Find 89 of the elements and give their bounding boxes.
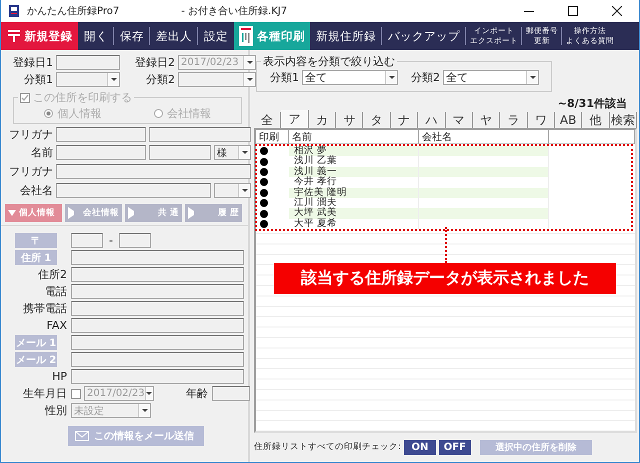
- input-field[interactable]: [149, 127, 251, 142]
- off-button[interactable]: OFF: [438, 440, 471, 454]
- input-field[interactable]: [56, 55, 120, 70]
- print-mark[interactable]: [260, 188, 268, 197]
- print-mark[interactable]: [260, 168, 268, 176]
- new-entry-button[interactable]: 新規登録: [1, 22, 78, 50]
- table-cell: 浅川 義一: [289, 166, 419, 178]
- callout: 該当する住所録データが表示されました: [274, 263, 616, 294]
- field-label: 登録日2: [134, 55, 175, 70]
- input-field[interactable]: [71, 233, 103, 248]
- dropdown-field[interactable]: 様: [214, 145, 251, 160]
- toolbar-button[interactable]: 保存: [114, 22, 150, 50]
- input-field[interactable]: [71, 284, 244, 299]
- input-field[interactable]: [56, 164, 251, 179]
- checkbox[interactable]: [71, 388, 81, 398]
- field-label: 分類1: [269, 70, 299, 85]
- field-label: 登録日1: [12, 55, 53, 70]
- table-cell: 大坪 武美: [289, 208, 419, 219]
- print-mark[interactable]: [260, 178, 268, 186]
- input-field[interactable]: [71, 352, 244, 367]
- postal-mark-icon: [6, 29, 20, 43]
- table-cell: 大平 夏希: [289, 218, 419, 230]
- postcard-icon: [239, 26, 253, 46]
- field-label: 生年月日: [22, 386, 68, 401]
- table-cell: 相沢 夢: [289, 146, 419, 156]
- column-header[interactable]: 名前: [289, 130, 419, 144]
- toolbar-button[interactable]: 設定: [198, 22, 234, 50]
- dropdown-field[interactable]: 全て: [443, 70, 539, 85]
- toolbar-button[interactable]: 差出人: [150, 22, 198, 50]
- bulk-print-label: 住所録リストすべての印刷チェック:: [254, 441, 401, 453]
- field-label: フリガナ: [8, 164, 53, 179]
- dropdown-field[interactable]: [56, 72, 120, 87]
- input-field[interactable]: [71, 267, 244, 282]
- document-name: - お付き合い住所録.KJ7: [181, 4, 288, 18]
- field-label: 年齢: [185, 386, 209, 401]
- toolbar-button[interactable]: 新規住所録: [310, 22, 382, 50]
- input-field[interactable]: [56, 145, 146, 160]
- print-mark[interactable]: [260, 147, 268, 156]
- input-field[interactable]: [149, 145, 211, 160]
- field-label: 携帯電話: [22, 301, 68, 316]
- separator-text: -: [109, 234, 113, 247]
- field-label: 会社名: [19, 183, 53, 198]
- minimize-icon[interactable]: [524, 10, 534, 12]
- field-label: FAX: [46, 319, 68, 332]
- dropdown-field[interactable]: 全て: [302, 70, 398, 85]
- window-title: かんたん住所録Pro7: [27, 4, 120, 18]
- input-field[interactable]: [56, 127, 146, 142]
- field-label: 分類2: [410, 70, 440, 85]
- table-cell: 江川 潤夫: [289, 198, 419, 208]
- input-field[interactable]: [118, 233, 151, 248]
- app-icon: [7, 4, 21, 18]
- on-button[interactable]: ON: [404, 440, 436, 454]
- toolbar-button[interactable]: 開く: [78, 22, 114, 50]
- field-label: 性別: [44, 403, 68, 418]
- input-field[interactable]: [71, 318, 244, 333]
- table-cell: 今井 孝行: [289, 177, 419, 188]
- column-header[interactable]: 印刷: [256, 130, 289, 144]
- print-mark[interactable]: [260, 210, 268, 218]
- checkbox-label: この住所を印刷する: [33, 90, 132, 105]
- group-title: 表示内容を分類で絞り込む: [263, 54, 395, 69]
- toolbar-button[interactable]: バックアップ: [382, 22, 466, 50]
- print-mark[interactable]: [260, 158, 268, 166]
- radio-label: 個人情報: [57, 106, 102, 120]
- print-mark[interactable]: [260, 199, 268, 208]
- index-tab[interactable]: ア: [281, 110, 309, 128]
- radio-label: 会社情報: [166, 106, 211, 120]
- close-icon[interactable]: [612, 6, 622, 16]
- dropdown-field[interactable]: [178, 72, 256, 87]
- input-field[interactable]: [71, 335, 244, 350]
- column-header[interactable]: 会社名: [419, 130, 549, 144]
- input-field[interactable]: [71, 369, 244, 384]
- input-field[interactable]: [71, 301, 244, 316]
- field-label: 分類2: [145, 72, 175, 87]
- field-label: 分類1: [23, 72, 53, 87]
- input-field[interactable]: [56, 183, 211, 198]
- table-cell: 浅川 乙葉: [289, 156, 419, 167]
- table-cell: 宇佐美 隆明: [289, 188, 419, 198]
- input-field[interactable]: [71, 250, 244, 265]
- input-field[interactable]: [212, 386, 250, 401]
- match-count: ~8/31件該当: [558, 97, 627, 110]
- dropdown-field[interactable]: [214, 183, 251, 198]
- envelope-icon: [75, 431, 89, 441]
- field-label: 住所2: [37, 267, 68, 282]
- field-label: HP: [51, 370, 68, 383]
- print-mark[interactable]: [260, 220, 268, 228]
- maximize-icon[interactable]: [568, 6, 578, 16]
- field-label: フリガナ: [8, 127, 53, 142]
- field-label: 電話: [44, 284, 68, 299]
- field-label: 名前: [30, 145, 53, 160]
